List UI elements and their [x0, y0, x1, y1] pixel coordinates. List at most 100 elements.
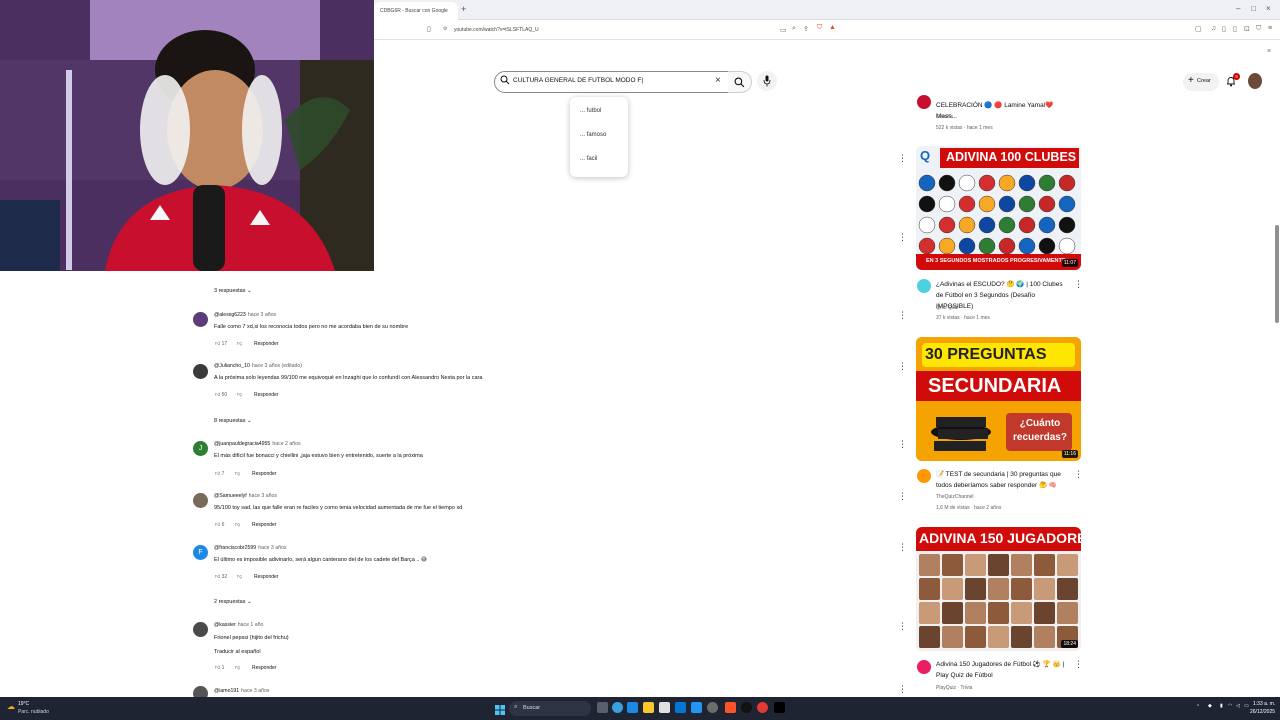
avatar[interactable]: F	[193, 545, 208, 560]
avatar[interactable]: J	[193, 441, 208, 456]
brave-rewards-icon[interactable]: ▲	[829, 24, 836, 31]
like-button[interactable]: 👍︎ 6	[215, 522, 224, 528]
channel-avatar[interactable]	[917, 279, 931, 293]
video-title[interactable]: 📝 TEST de secundaria | 30 preguntas que …	[936, 469, 1070, 491]
author-handle[interactable]: @franciscobr2599	[214, 545, 256, 551]
page-scrollbar[interactable]	[1275, 225, 1279, 323]
account-avatar[interactable]	[1248, 73, 1262, 89]
dislike-button[interactable]: 👎︎	[237, 341, 242, 347]
video-title[interactable]: CELEBRACIÓN 🔵 🔴 Lamine Yamal❤️ Mess...	[936, 100, 1070, 122]
author-handle[interactable]: @Samueeelyf	[214, 493, 247, 499]
like-button[interactable]: 👍︎ 17	[215, 341, 227, 347]
edge-icon[interactable]	[612, 702, 623, 713]
obs-icon[interactable]	[741, 702, 752, 713]
more-options-icon[interactable]: ⋮	[898, 491, 907, 502]
extensions-icon[interactable]: ♫	[1211, 25, 1216, 32]
author-handle[interactable]: @juanpauldegracia4955	[214, 441, 270, 447]
task-view-icon[interactable]	[597, 702, 608, 713]
wifi-icon[interactable]: ◠	[1228, 703, 1232, 709]
suggestion-item[interactable]: ... futbol	[580, 108, 601, 114]
mail-icon[interactable]	[675, 702, 686, 713]
tray-icon[interactable]: ▮	[1220, 703, 1223, 709]
comment-author[interactable]: @Juliancho_10 hace 3 años (editado)	[214, 363, 302, 369]
author-handle[interactable]: @Juliancho_10	[214, 363, 250, 369]
volume-icon[interactable]: ◁	[1236, 703, 1240, 709]
comment-time[interactable]: hace 1 año	[238, 622, 264, 628]
clear-search-icon[interactable]: ×	[715, 75, 721, 86]
weather-temp[interactable]: 19°C	[18, 701, 29, 707]
comment-author[interactable]: @franciscobr2599 hace 3 años	[214, 545, 286, 551]
wallet-icon[interactable]: ⊡	[1244, 25, 1250, 33]
more-options-icon[interactable]: ⋮	[898, 361, 907, 372]
avatar[interactable]	[193, 493, 208, 508]
clock-date[interactable]: 26/12/2025	[1250, 709, 1275, 715]
avatar[interactable]	[193, 312, 208, 327]
video-thumbnail[interactable]: 30 PREGUNTAS SECUNDARIA ¿Cuánto recuerda…	[916, 337, 1081, 461]
comment-time[interactable]: hace 3 años	[241, 688, 269, 694]
more-options-icon[interactable]: ⋮	[1074, 659, 1083, 670]
reply-button[interactable]: Responder	[252, 665, 276, 671]
replies-toggle[interactable]: 8 respuestas ⌄	[214, 418, 252, 424]
tiktok-icon[interactable]	[774, 702, 785, 713]
dislike-button[interactable]: 👎︎	[235, 665, 240, 671]
channel-name[interactable]: Qnio Quiz	[936, 305, 958, 311]
author-handle[interactable]: @kassier	[214, 622, 236, 628]
minimize-button[interactable]: –	[1236, 4, 1240, 13]
video-thumbnail[interactable]: ADIVINA 150 JUGADORES 18:24	[916, 527, 1081, 651]
weather-desc[interactable]: Parc. nublado	[18, 709, 49, 715]
bookmarks-icon[interactable]: ▯	[1222, 25, 1226, 33]
close-panel-icon[interactable]: ×	[1267, 48, 1271, 55]
avatar[interactable]	[193, 364, 208, 379]
more-options-icon[interactable]: ⋮	[1074, 469, 1083, 480]
more-options-icon[interactable]: ⋮	[898, 621, 907, 632]
site-info-icon[interactable]: ⚙	[443, 26, 447, 32]
create-button[interactable]: + Crear	[1183, 73, 1219, 91]
comment-author[interactable]: @Samueeelyf hace 3 años	[214, 493, 277, 499]
windows-start-icon[interactable]	[495, 702, 505, 715]
channel-avatar[interactable]	[917, 469, 931, 483]
brave-icon[interactable]	[725, 702, 736, 713]
channel-name[interactable]: TheQuizChannel	[936, 494, 974, 500]
comment-author[interactable]: @juanpauldegracia4955 hace 2 años	[214, 441, 301, 447]
comment-author[interactable]: @iamo191 hace 3 años	[214, 688, 269, 694]
comment-time[interactable]: hace 2 años	[272, 441, 300, 447]
like-button[interactable]: 👍︎ 50	[215, 392, 227, 398]
dislike-button[interactable]: 👎︎	[235, 471, 240, 477]
author-handle[interactable]: @alessg6223	[214, 312, 246, 318]
replies-toggle[interactable]: 2 respuestas ⌄	[214, 599, 252, 605]
tray-app-icon[interactable]: ◆	[1208, 703, 1212, 709]
weather-icon[interactable]: ☁	[7, 702, 15, 711]
more-options-icon[interactable]: ⋮	[898, 310, 907, 321]
dislike-button[interactable]: 👎︎	[237, 392, 242, 398]
sidebar-toggle-icon[interactable]: ▢	[1195, 25, 1202, 33]
comment-author[interactable]: @kassier hace 1 año	[214, 622, 263, 628]
battery-icon[interactable]: ▭	[1244, 703, 1249, 709]
store-icon[interactable]	[659, 702, 670, 713]
channel-avatar[interactable]	[917, 95, 931, 109]
dislike-button[interactable]: 👎︎	[237, 574, 242, 580]
cast-icon[interactable]: ▭	[780, 26, 787, 34]
more-options-icon[interactable]: ⋮	[898, 153, 907, 164]
new-tab-button[interactable]: +	[461, 4, 466, 14]
menu-icon[interactable]: ≡	[1268, 25, 1272, 32]
reply-button[interactable]: Responder	[254, 341, 278, 347]
tray-chevron-icon[interactable]: ⌃	[1196, 704, 1200, 710]
suggestion-item[interactable]: ... famoso	[580, 132, 606, 138]
downloads-icon[interactable]: ▯	[1233, 25, 1237, 33]
more-options-icon[interactable]: ⋮	[898, 232, 907, 243]
file-explorer-icon[interactable]	[643, 702, 654, 713]
edge-browser-icon[interactable]	[627, 702, 638, 713]
settings-icon[interactable]	[707, 702, 718, 713]
channel-avatar[interactable]	[917, 660, 931, 674]
browser-tab[interactable]: CDBG6R - Buscar con Google	[374, 2, 458, 20]
share-icon[interactable]: ⇪	[803, 25, 809, 33]
zoom-icon[interactable]: ⌕	[792, 25, 796, 33]
video-thumbnail[interactable]: Q ADIVINA 100 CLUBES EN 3 SEGUNDOS MOSTR…	[916, 146, 1081, 270]
vpn-icon[interactable]: ⛉	[1256, 25, 1261, 33]
comment-time[interactable]: hace 3 años (editado)	[252, 363, 302, 369]
like-button[interactable]: 👍︎ 32	[215, 574, 227, 580]
like-button[interactable]: 👍︎ 1	[215, 665, 224, 671]
voice-search-button[interactable]	[757, 71, 777, 91]
close-window-button[interactable]: ×	[1266, 4, 1271, 13]
clock-time[interactable]: 1:33 a. m.	[1253, 701, 1275, 707]
